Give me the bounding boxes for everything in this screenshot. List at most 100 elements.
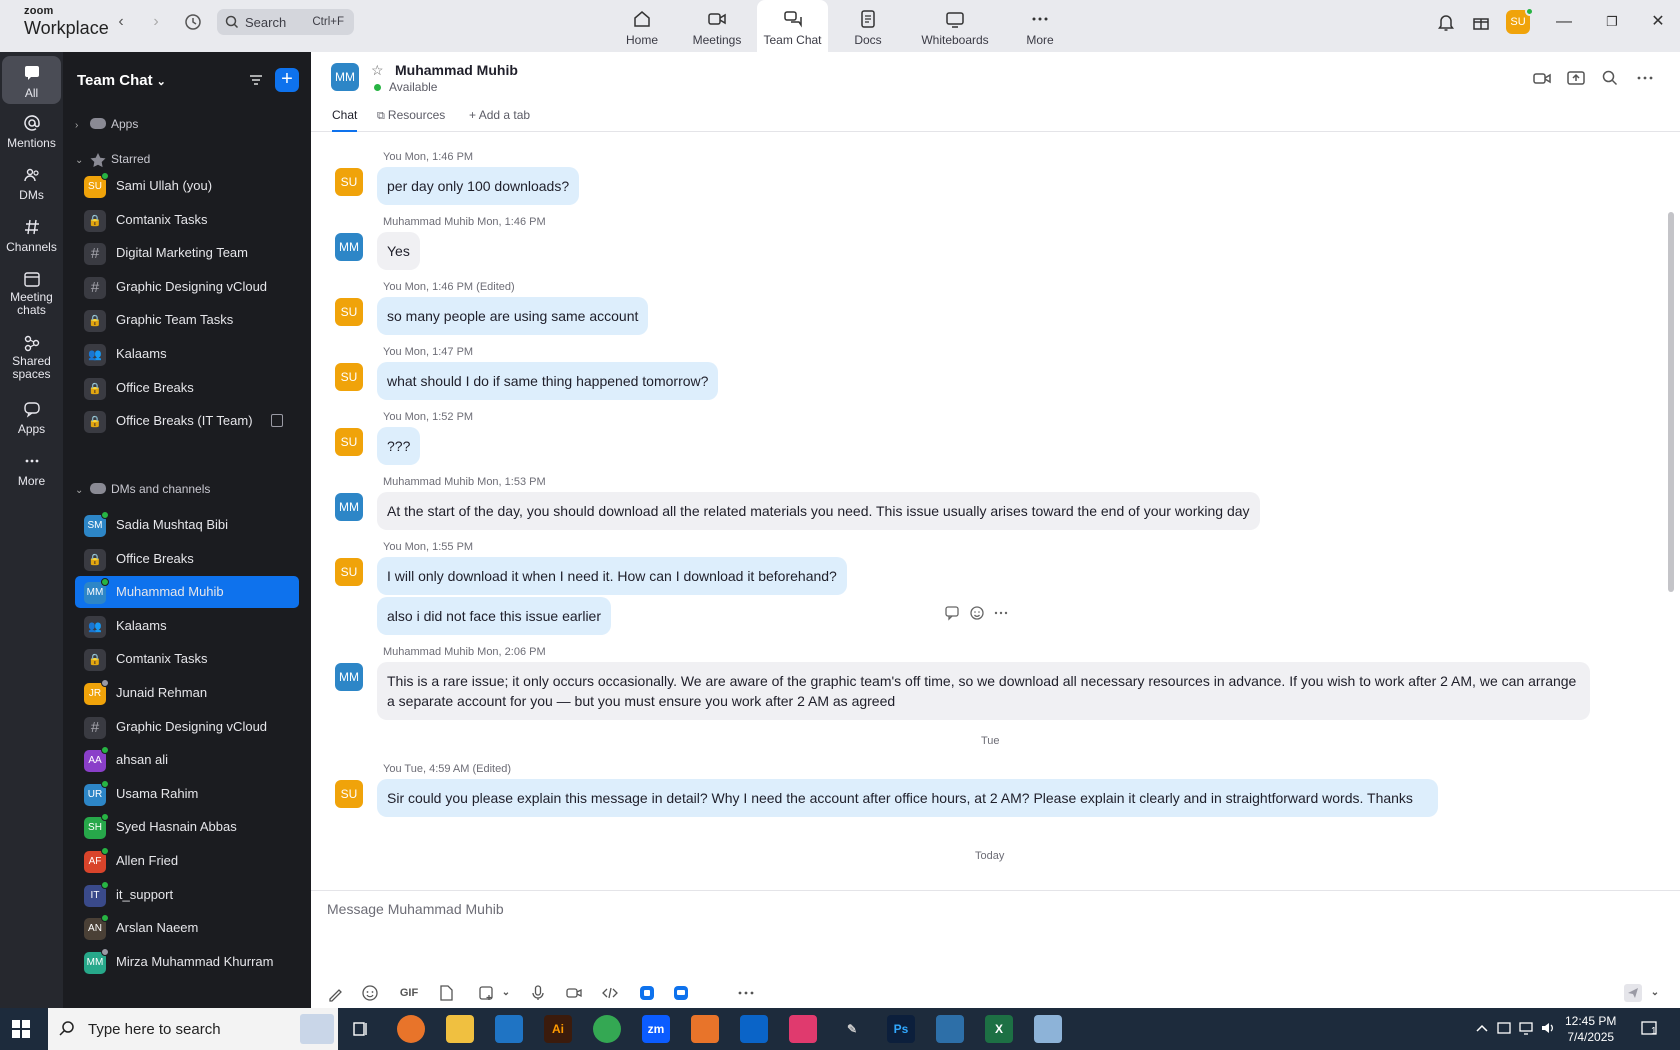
message-bubble[interactable]: Sir could you please explain this messag… <box>377 779 1438 817</box>
sidebar-item[interactable]: SU Sami Ullah (you) <box>75 170 299 202</box>
search-icon[interactable] <box>1600 68 1620 88</box>
tray-app-icon[interactable] <box>1496 1020 1512 1036</box>
sender-avatar[interactable]: MM <box>335 233 363 261</box>
section-apps[interactable]: › Apps <box>75 117 138 133</box>
rail-item-mentions[interactable]: Mentions <box>2 114 61 158</box>
rail-item-meeting-chats[interactable]: Meeting chats <box>2 270 61 326</box>
pen-tool-icon[interactable]: ✎ <box>838 1015 866 1043</box>
chrome-icon[interactable] <box>593 1015 621 1043</box>
screenshot-icon[interactable] <box>477 984 495 1002</box>
notification-center-icon[interactable]: 1 <box>1640 1019 1660 1039</box>
sidebar-item[interactable]: 🔒 Office Breaks <box>75 372 299 404</box>
message-bubble[interactable]: per day only 100 downloads? <box>377 167 580 205</box>
tab-more[interactable]: More <box>1020 0 1060 52</box>
code-snippet-icon[interactable] <box>601 984 619 1002</box>
close-icon[interactable]: ✕ <box>1648 12 1668 32</box>
firefox-icon[interactable] <box>397 1015 425 1043</box>
sidebar-item[interactable]: SH Syed Hasnain Abbas <box>75 811 299 843</box>
section-starred[interactable]: ⌄ Starred <box>75 152 150 168</box>
send-options-chevron-icon[interactable]: ⌄ <box>1646 984 1664 1002</box>
notepad-icon[interactable] <box>1034 1015 1062 1043</box>
sender-avatar[interactable]: SU <box>335 780 363 808</box>
message-list[interactable]: SU You Mon, 1:46 PM per day only 100 dow… <box>311 132 1666 890</box>
message-bubble[interactable]: This is a rare issue; it only occurs occ… <box>377 662 1590 720</box>
gif-icon[interactable]: GIF <box>397 984 421 1002</box>
app-integration-icon[interactable] <box>638 984 656 1002</box>
reply-thread-icon[interactable] <box>945 605 961 621</box>
share-screen-icon[interactable] <box>1566 68 1586 88</box>
section-dms-and-channels[interactable]: ⌄ DMs and channels <box>75 482 210 498</box>
sidebar-item[interactable]: 🔒 Graphic Team Tasks <box>75 304 299 336</box>
tab-team-chat[interactable]: Team Chat <box>757 0 828 52</box>
sidebar-item[interactable]: 🔒 Office Breaks <box>75 543 299 575</box>
chevron-down-icon[interactable]: ⌄ <box>497 984 515 1002</box>
user-avatar[interactable]: SU <box>1506 7 1534 34</box>
tab-meetings[interactable]: Meetings <box>688 0 746 52</box>
send-icon[interactable] <box>1624 984 1642 1002</box>
bell-icon[interactable] <box>1436 12 1456 32</box>
sidebar-title[interactable]: Team Chat ⌄ <box>77 72 166 89</box>
message-scrollbar[interactable] <box>1668 212 1674 592</box>
message-bubble[interactable]: ??? <box>377 427 421 465</box>
windows-start-icon[interactable] <box>12 1020 30 1038</box>
back-arrow-icon[interactable]: ‹ <box>111 12 131 32</box>
vscode-icon[interactable] <box>495 1015 523 1043</box>
contact-avatar[interactable]: MM <box>331 63 359 91</box>
message-bubble[interactable]: also i did not face this issue earlier <box>377 597 611 635</box>
sender-avatar[interactable]: SU <box>335 168 363 196</box>
format-text-icon[interactable] <box>327 984 345 1002</box>
message-bubble[interactable]: what should I do if same thing happened … <box>377 362 719 400</box>
message-bubble[interactable]: I will only download it when I need it. … <box>377 557 847 595</box>
search-input[interactable]: Search Ctrl+F <box>217 9 354 35</box>
file-icon[interactable] <box>437 984 455 1002</box>
contact-name[interactable]: Muhammad Muhib <box>395 62 518 78</box>
sidebar-item[interactable]: JR Junaid Rehman <box>75 677 299 709</box>
sidebar-item[interactable]: MM Mirza Muhammad Khurram <box>75 946 299 978</box>
sidebar-item[interactable]: 👥 Kalaams <box>75 338 299 370</box>
rail-item-dms[interactable]: DMs <box>2 166 61 210</box>
microphone-icon[interactable] <box>529 984 547 1002</box>
message-bubble[interactable]: Yes <box>377 232 420 270</box>
sidebar-item[interactable]: 🔒 Comtanix Tasks <box>75 643 299 675</box>
app-chat-icon[interactable] <box>672 984 690 1002</box>
tab-home[interactable]: Home <box>622 0 662 52</box>
xampp-icon[interactable] <box>691 1015 719 1043</box>
sidebar-item[interactable]: 🔒 Comtanix Tasks <box>75 204 299 236</box>
restore-icon[interactable]: ❐ <box>1602 12 1622 32</box>
message-bubble[interactable]: so many people are using same account <box>377 297 649 335</box>
photoshop-icon[interactable]: Ps <box>887 1015 915 1043</box>
rail-item-all[interactable]: All <box>2 56 61 104</box>
new-chat-button[interactable]: + <box>275 68 299 92</box>
sender-avatar[interactable]: SU <box>335 428 363 456</box>
history-icon[interactable] <box>183 12 203 32</box>
sidebar-item[interactable]: AF Allen Fried <box>75 845 299 877</box>
add-tab-button[interactable]: + Add a tab <box>469 108 530 132</box>
sidebar-item[interactable]: # Graphic Designing vCloud <box>75 271 299 303</box>
tab-chat[interactable]: Chat <box>332 108 358 132</box>
illustrator-icon[interactable]: Ai <box>544 1015 572 1043</box>
task-view-icon[interactable] <box>352 1020 370 1038</box>
sender-avatar[interactable]: MM <box>335 663 363 691</box>
star-outline-icon[interactable]: ☆ <box>371 62 384 79</box>
zoom-icon[interactable]: zm <box>642 1015 670 1043</box>
video-message-icon[interactable] <box>565 984 583 1002</box>
sidebar-item[interactable]: 👥 Kalaams <box>75 610 299 642</box>
file-explorer-icon[interactable] <box>446 1015 474 1043</box>
volume-icon[interactable] <box>1540 1020 1556 1036</box>
rail-item-apps[interactable]: Apps <box>2 400 61 444</box>
sender-avatar[interactable]: SU <box>335 363 363 391</box>
rail-item-shared-spaces[interactable]: Shared spaces <box>2 334 61 390</box>
taskbar-search-input[interactable]: Type here to search <box>48 1008 338 1050</box>
taskbar-clock[interactable]: 12:45 PM 7/4/2025 <box>1565 1013 1616 1045</box>
network-icon[interactable] <box>1518 1020 1534 1036</box>
tray-chevron-up-icon[interactable] <box>1474 1020 1490 1036</box>
sender-avatar[interactable]: MM <box>335 493 363 521</box>
rail-item-channels[interactable]: Channels <box>2 218 61 262</box>
gift-icon[interactable] <box>1471 12 1491 32</box>
minimize-icon[interactable]: — <box>1554 12 1574 32</box>
forward-arrow-icon[interactable]: › <box>146 12 166 32</box>
sidebar-item[interactable]: # Digital Marketing Team <box>75 237 299 269</box>
sidebar-item[interactable]: MM Muhammad Muhib <box>75 576 299 609</box>
sidebar-item[interactable]: 🔒 Office Breaks (IT Team) <box>75 405 299 437</box>
sender-avatar[interactable]: SU <box>335 558 363 586</box>
